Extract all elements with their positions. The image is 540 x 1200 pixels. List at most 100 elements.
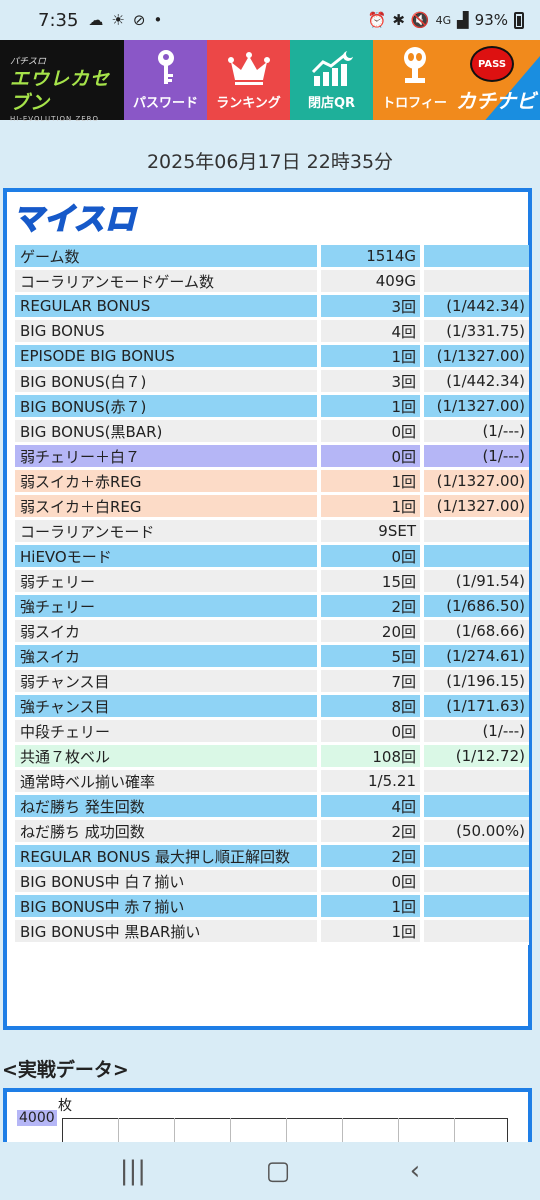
table-row: 弱チェリー＋白７ 0回 (1/---)	[15, 445, 529, 470]
row-value: 3回	[321, 370, 424, 395]
kachinavi-pass-badge: PASS	[470, 46, 514, 82]
logo-main-text: エウレカセブン	[10, 68, 111, 114]
row-value: 1回	[321, 920, 424, 945]
row-value: 3回	[321, 295, 424, 320]
row-rate: (1/1327.00)	[424, 345, 529, 370]
table-row: 弱スイカ 20回 (1/68.66)	[15, 620, 529, 645]
chart-unit: 枚	[58, 1098, 72, 1114]
recent-apps-icon[interactable]: |||	[120, 1156, 146, 1186]
nav-ranking-label: ランキング	[216, 96, 281, 111]
nav-closing-qr-button[interactable]: 閉店QR	[290, 40, 373, 120]
android-nav-bar: ||| ▢ ‹	[0, 1142, 540, 1200]
nav-closing-qr-label: 閉店QR	[307, 96, 356, 111]
row-rate: (1/1327.00)	[424, 395, 529, 420]
row-value: 8回	[321, 695, 424, 720]
row-value: 1回	[321, 345, 424, 370]
row-rate: (1/---)	[424, 445, 529, 470]
alarm-icon: ⏰	[367, 11, 387, 29]
table-row: コーラリアンモード 9SET	[15, 520, 529, 545]
crown-icon	[227, 52, 270, 85]
table-row: 通常時ベル揃い確率 1/5.21	[15, 770, 529, 795]
nav-ranking-button[interactable]: ランキング	[207, 40, 290, 120]
row-label: 弱チェリー＋白７	[15, 445, 321, 470]
bluetooth-icon: ✱	[392, 11, 405, 29]
table-row: ねだ勝ち 発生回数 4回	[15, 795, 529, 820]
row-rate	[424, 845, 529, 870]
row-rate: (1/442.34)	[424, 370, 529, 395]
row-label: REGULAR BONUS	[15, 295, 321, 320]
row-label: BIG BONUS中 白７揃い	[15, 870, 321, 895]
row-rate: (1/1327.00)	[424, 470, 529, 495]
home-icon[interactable]: ▢	[266, 1156, 291, 1186]
table-row: 中段チェリー 0回 (1/---)	[15, 720, 529, 745]
nav-password-button[interactable]: パスワード	[124, 40, 207, 120]
row-value: 4回	[321, 320, 424, 345]
nav-password-label: パスワード	[132, 96, 198, 111]
row-value: 1回	[321, 470, 424, 495]
row-rate	[424, 770, 529, 795]
row-label: 弱スイカ＋白REG	[15, 495, 321, 520]
key-icon	[157, 50, 174, 84]
table-row: REGULAR BONUS 3回 (1/442.34)	[15, 295, 529, 320]
row-label: EPISODE BIG BONUS	[15, 345, 321, 370]
logo-sub-text: HI-EVOLUTION ZERO	[10, 115, 100, 123]
status-right: ⏰ ✱ 🔇 4G ▟ 93%	[368, 11, 524, 29]
myslo-data-table: ゲーム数 1514G コーラリアンモードゲーム数 409G REGULAR BONUS 3…	[15, 245, 529, 945]
row-rate	[424, 920, 529, 945]
no-sim-icon: ⊘	[132, 11, 146, 29]
dot-icon: •	[153, 11, 163, 29]
row-rate: (1/171.63)	[424, 695, 529, 720]
table-row: BIG BONUS(黒BAR) 0回 (1/---)	[15, 420, 529, 445]
logo-small-text: パチスロ	[10, 57, 47, 67]
table-row: 弱チャンス目 7回 (1/196.15)	[15, 670, 529, 695]
row-rate: (1/68.66)	[424, 620, 529, 645]
myslo-panel: マイスロ ゲーム数 1514G コーラリアンモードゲーム数 409G REGULAR B…	[3, 188, 532, 1030]
signal-icon: ▟	[457, 11, 469, 29]
row-rate: (1/331.75)	[424, 320, 529, 345]
back-icon[interactable]: ‹	[410, 1156, 420, 1186]
row-rate: (1/686.50)	[424, 595, 529, 620]
row-value: 4回	[321, 795, 424, 820]
play-data-chart: 枚 4000	[3, 1088, 532, 1142]
row-value: 7回	[321, 670, 424, 695]
battery-level: 93%	[474, 11, 508, 29]
nav-trophy-button[interactable]: トロフィー	[373, 40, 456, 120]
row-label: HiEVOモード	[15, 545, 321, 570]
row-label: BIG BONUS中 黒BAR揃い	[15, 920, 321, 945]
chart-gridline	[230, 1118, 231, 1142]
row-rate	[424, 545, 529, 570]
row-label: 通常時ベル揃い確率	[15, 770, 321, 795]
row-value: 9SET	[321, 520, 424, 545]
row-value: 0回	[321, 545, 424, 570]
row-value: 409G	[321, 270, 424, 295]
row-rate: (1/---)	[424, 720, 529, 745]
table-row: コーラリアンモードゲーム数 409G	[15, 270, 529, 295]
table-row: EPISODE BIG BONUS 1回 (1/1327.00)	[15, 345, 529, 370]
row-label: 弱スイカ＋赤REG	[15, 470, 321, 495]
row-rate: (1/---)	[424, 420, 529, 445]
row-label: 弱チャンス目	[15, 670, 321, 695]
chart-gridline	[398, 1118, 399, 1142]
row-label: ねだ勝ち 発生回数	[15, 795, 321, 820]
row-rate	[424, 795, 529, 820]
chart-gridline	[174, 1118, 175, 1142]
row-rate	[424, 895, 529, 920]
table-row: BIG BONUS中 黒BAR揃い 1回	[15, 920, 529, 945]
row-value: 1回	[321, 895, 424, 920]
table-row: BIG BONUS中 赤７揃い 1回	[15, 895, 529, 920]
nav-kachinavi-button[interactable]: PASS カチナビ	[456, 40, 540, 120]
row-value: 5回	[321, 645, 424, 670]
game-logo[interactable]: パチスロ エウレカセブン HI-EVOLUTION ZERO	[0, 40, 124, 123]
row-label: BIG BONUS(赤７)	[15, 395, 321, 420]
chart-gridline	[454, 1118, 455, 1142]
chart-ytick: 4000	[17, 1110, 57, 1126]
chart-gridline	[286, 1118, 287, 1142]
table-row: BIG BONUS(赤７) 1回 (1/1327.00)	[15, 395, 529, 420]
row-label: ねだ勝ち 成功回数	[15, 820, 321, 845]
row-label: ゲーム数	[15, 245, 321, 270]
row-label: コーラリアンモードゲーム数	[15, 270, 321, 295]
battery-icon	[514, 11, 524, 29]
chart-grid	[62, 1118, 508, 1142]
row-label: 強チェリー	[15, 595, 321, 620]
table-row: BIG BONUS 4回 (1/331.75)	[15, 320, 529, 345]
